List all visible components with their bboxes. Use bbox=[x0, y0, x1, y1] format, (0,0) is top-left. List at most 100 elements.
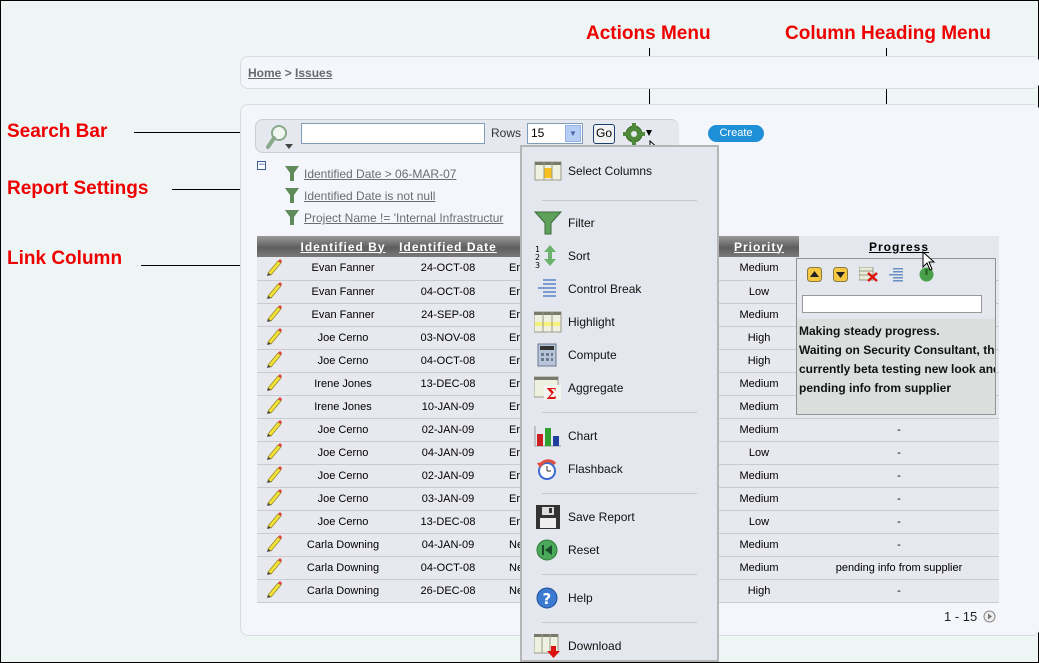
collapse-filters-toggle[interactable]: − bbox=[257, 161, 266, 170]
cell-priority: High bbox=[719, 349, 799, 373]
edit-link[interactable] bbox=[257, 556, 291, 580]
column-header-identified-date[interactable]: Identified Date bbox=[395, 236, 501, 257]
sort-icon: 123 bbox=[535, 245, 556, 268]
cell-priority: Low bbox=[719, 441, 799, 465]
pencil-icon bbox=[267, 489, 282, 506]
search-column-selector-icon[interactable] bbox=[263, 122, 295, 150]
edit-link[interactable] bbox=[257, 464, 291, 488]
cell-identified-date: 13-DEC-08 bbox=[395, 372, 501, 396]
edit-link[interactable] bbox=[257, 395, 291, 419]
annotation-actions-menu: Actions Menu bbox=[586, 23, 711, 44]
edit-link[interactable] bbox=[257, 487, 291, 511]
cell-identified-date: 04-JAN-09 bbox=[395, 533, 501, 557]
cell-progress: - bbox=[799, 487, 999, 511]
filter-icon bbox=[285, 210, 299, 225]
filter-icon bbox=[285, 166, 299, 181]
compute-icon bbox=[537, 343, 557, 367]
cell-identified-date: 24-OCT-08 bbox=[395, 257, 501, 281]
cell-progress: pending info from supplier bbox=[799, 556, 999, 580]
pencil-icon bbox=[267, 258, 282, 276]
edit-link[interactable] bbox=[257, 372, 291, 396]
edit-link[interactable] bbox=[257, 510, 291, 534]
column-value-item[interactable]: Making steady progress. bbox=[799, 322, 995, 341]
cell-identified-date: 04-OCT-08 bbox=[395, 556, 501, 580]
edit-link[interactable] bbox=[257, 257, 291, 281]
pencil-icon bbox=[267, 351, 282, 368]
cell-identified-date: 04-JAN-09 bbox=[395, 441, 501, 465]
cell-identified-by: Irene Jones bbox=[291, 395, 395, 419]
edit-link[interactable] bbox=[257, 303, 291, 327]
help-icon: ? bbox=[536, 587, 558, 609]
cell-identified-date: 24-SEP-08 bbox=[395, 303, 501, 327]
download-icon bbox=[534, 634, 560, 658]
column-header-identified-by[interactable]: Identified By bbox=[291, 236, 395, 257]
edit-link[interactable] bbox=[257, 280, 291, 304]
pencil-icon bbox=[267, 466, 282, 483]
pencil-icon bbox=[267, 512, 282, 529]
annotation-link-column: Link Column bbox=[7, 248, 123, 269]
breadcrumb-home[interactable]: Home bbox=[248, 66, 281, 80]
filter-item[interactable]: Identified Date > 06-MAR-07 bbox=[285, 166, 456, 181]
column-heading-menu: Making steady progress. Waiting on Securi… bbox=[796, 258, 996, 415]
control-break-icon[interactable] bbox=[889, 267, 904, 282]
annotation-arrow-line bbox=[141, 265, 251, 266]
breadcrumb-issues[interactable]: Issues bbox=[295, 66, 332, 80]
column-value-item[interactable]: pending info from supplier bbox=[799, 379, 995, 398]
search-input[interactable] bbox=[301, 123, 485, 144]
breadcrumb-panel bbox=[240, 56, 1039, 89]
edit-link[interactable] bbox=[257, 579, 291, 603]
filter-item[interactable]: Project Name != 'Internal Infrastructur bbox=[285, 210, 503, 225]
create-button[interactable]: Create bbox=[708, 125, 764, 142]
column-header-priority[interactable]: Priority bbox=[719, 236, 799, 257]
next-page-icon[interactable] bbox=[983, 610, 996, 623]
cell-identified-by: Joe Cerno bbox=[291, 326, 395, 350]
cell-priority: Low bbox=[719, 280, 799, 304]
cell-identified-by: Evan Fanner bbox=[291, 257, 395, 281]
cell-identified-date: 04-OCT-08 bbox=[395, 280, 501, 304]
svg-text:?: ? bbox=[543, 590, 552, 608]
reset-icon bbox=[536, 539, 558, 561]
column-header-progress[interactable]: Progress bbox=[799, 236, 999, 257]
cell-identified-by: Joe Cerno bbox=[291, 349, 395, 373]
cell-progress: - bbox=[799, 510, 999, 534]
chevron-down-icon: ▼ bbox=[565, 125, 581, 142]
column-filter-input[interactable] bbox=[802, 295, 982, 313]
edit-link[interactable] bbox=[257, 418, 291, 442]
cell-identified-date: 04-OCT-08 bbox=[395, 349, 501, 373]
edit-link[interactable] bbox=[257, 441, 291, 465]
edit-link[interactable] bbox=[257, 326, 291, 350]
hide-column-icon[interactable] bbox=[859, 267, 879, 282]
pencil-icon bbox=[267, 397, 282, 414]
cell-identified-date: 26-DEC-08 bbox=[395, 579, 501, 603]
cell-priority: Medium bbox=[719, 464, 799, 488]
breadcrumb-separator: > bbox=[284, 66, 292, 80]
cell-identified-by: Carla Downing bbox=[291, 556, 395, 580]
cell-identified-date: 03-JAN-09 bbox=[395, 487, 501, 511]
cell-identified-by: Evan Fanner bbox=[291, 303, 395, 327]
filter-item[interactable]: Identified Date is not null bbox=[285, 188, 435, 203]
cell-progress: - bbox=[799, 533, 999, 557]
pencil-icon bbox=[267, 443, 282, 460]
cell-priority: High bbox=[719, 326, 799, 350]
cell-priority: Medium bbox=[719, 533, 799, 557]
cell-progress: - bbox=[799, 464, 999, 488]
edit-link[interactable] bbox=[257, 349, 291, 373]
sort-descending-icon[interactable] bbox=[833, 267, 848, 282]
cell-progress: - bbox=[799, 441, 999, 465]
edit-link[interactable] bbox=[257, 533, 291, 557]
go-button[interactable]: Go bbox=[593, 124, 615, 144]
rows-select[interactable]: 15 ▼ bbox=[527, 123, 583, 144]
pencil-icon bbox=[267, 558, 282, 575]
flashback-icon bbox=[537, 459, 557, 480]
chart-icon bbox=[534, 426, 561, 447]
cell-priority: Medium bbox=[719, 395, 799, 419]
column-value-item[interactable]: Waiting on Security Consultant, this bbox=[799, 341, 995, 360]
column-value-item[interactable]: currently beta testing new look and bbox=[799, 360, 995, 379]
cell-priority: Low bbox=[719, 510, 799, 534]
cell-identified-by: Joe Cerno bbox=[291, 464, 395, 488]
sort-ascending-icon[interactable] bbox=[807, 267, 822, 282]
aggregate-icon: Σ bbox=[534, 376, 561, 400]
cell-identified-by: Carla Downing bbox=[291, 579, 395, 603]
cell-identified-by: Joe Cerno bbox=[291, 418, 395, 442]
cell-priority: Medium bbox=[719, 372, 799, 396]
